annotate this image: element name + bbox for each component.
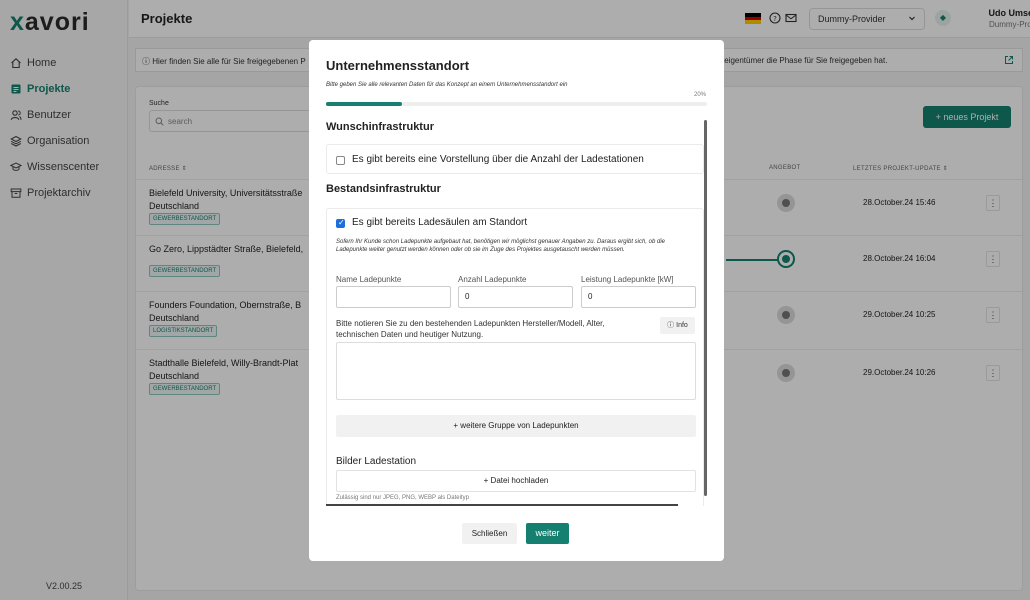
name-ladepunkte-label: Name Ladepunkte — [336, 275, 402, 284]
section-title-bestandsinfrastruktur: Bestandsinfrastruktur — [326, 183, 441, 195]
images-title: Bilder Ladestation — [336, 456, 417, 467]
bestand-note: Sofern Ihr Kunde schon Ladepunkte aufgeb… — [336, 239, 665, 253]
anzahl-ladepunkte-input[interactable]: 0 — [458, 286, 573, 308]
upload-hint: Zulässig sind nur JPEG, PNG, WEBP als Da… — [336, 495, 469, 501]
next-button[interactable]: weiter — [526, 523, 569, 544]
progress-label: 20% — [693, 92, 706, 98]
section-title-wunschinfrastruktur: Wunschinfrastruktur — [326, 121, 434, 133]
add-group-button[interactable]: + weitere Gruppe von Ladepunkten — [336, 415, 696, 437]
anzahl-ladepunkte-label: Anzahl Ladepunkte — [458, 275, 527, 284]
name-ladepunkte-input[interactable] — [336, 286, 451, 308]
location-modal: Unternehmensstandort Bitte geben Sie all… — [309, 40, 724, 561]
wunsch-checkbox[interactable] — [336, 156, 345, 165]
upload-file-button[interactable]: + Datei hochladen — [336, 470, 696, 492]
leistung-ladepunkte-input[interactable]: 0 — [581, 286, 696, 308]
info-button[interactable]: ⓘ Info — [660, 317, 695, 334]
close-button[interactable]: Schließen — [462, 523, 517, 544]
details-question: Bitte notieren Sie zu den bestehenden La… — [336, 319, 605, 339]
details-textarea[interactable] — [336, 342, 696, 400]
vertical-scrollbar[interactable] — [704, 120, 707, 496]
leistung-ladepunkte-label: Leistung Ladepunkte [kW] — [581, 275, 674, 284]
bestand-box: Es gibt bereits Ladesäulen am Standort S… — [326, 208, 704, 506]
modal-scroll-area[interactable]: Wunschinfrastruktur Es gibt bereits eine… — [326, 118, 707, 506]
progress-fill — [326, 102, 403, 106]
horizontal-scrollbar[interactable] — [326, 504, 678, 506]
modal-title: Unternehmensstandort — [326, 58, 470, 73]
modal-subtitle: Bitte geben Sie alle relevanten Daten fü… — [326, 82, 568, 88]
wunsch-checkbox-row[interactable]: Es gibt bereits eine Vorstellung über di… — [326, 144, 704, 174]
progress-bar — [326, 102, 707, 106]
info-icon: ⓘ — [667, 322, 675, 329]
bestand-checkbox[interactable] — [336, 218, 345, 228]
